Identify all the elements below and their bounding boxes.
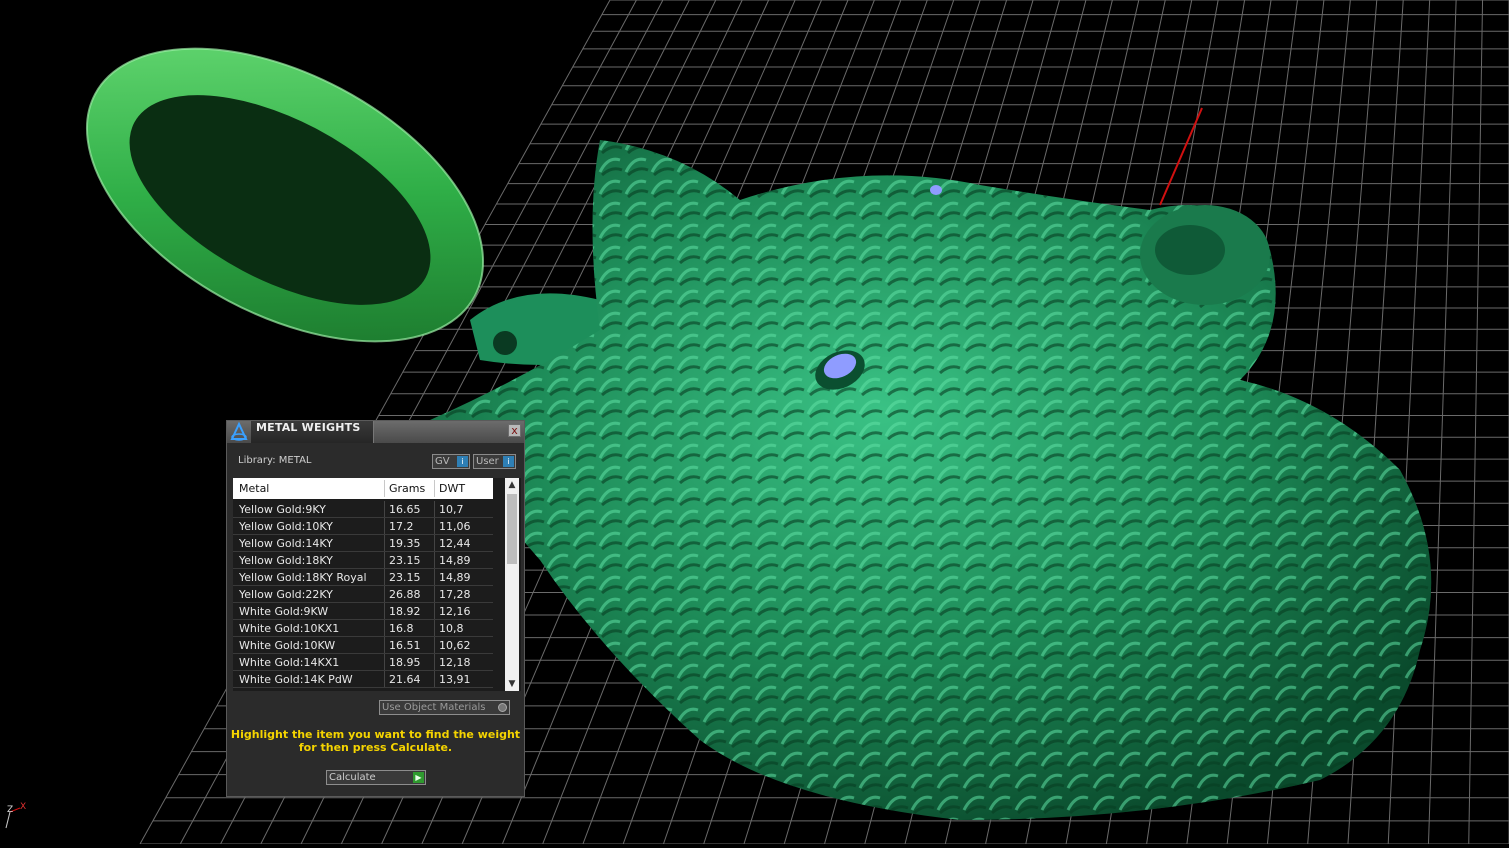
cell-grams: 21.64 xyxy=(389,673,421,686)
axis-indicator: Z X xyxy=(5,802,26,829)
cell-metal: White Gold:14KX1 xyxy=(239,656,340,669)
table-row[interactable]: Yellow Gold:14KY 19.35 12,44 xyxy=(233,535,493,552)
table-row[interactable]: White Gold:9KW 18.92 12,16 xyxy=(233,603,493,620)
cell-grams: 23.15 xyxy=(389,571,421,584)
cell-dwt: 10,7 xyxy=(439,503,464,516)
cell-grams: 17.2 xyxy=(389,520,414,533)
table-row[interactable]: Yellow Gold:22KY 26.88 17,28 xyxy=(233,586,493,603)
cell-dwt: 10,8 xyxy=(439,622,464,635)
close-icon: x xyxy=(511,424,518,437)
calculate-label: Calculate xyxy=(329,772,376,783)
instruction-text: Highlight the item you want to find the … xyxy=(227,728,524,754)
cell-metal: White Gold:9KW xyxy=(239,605,329,618)
axis-x-label: X xyxy=(20,802,26,812)
table-scrollbar[interactable]: ▲ ▼ xyxy=(505,478,519,691)
table-row[interactable]: Yellow Gold:10KY 17.2 11,06 xyxy=(233,518,493,535)
use-object-materials-label: Use Object Materials xyxy=(382,702,486,713)
cell-grams: 18.92 xyxy=(389,605,421,618)
calculate-button[interactable]: Calculate ▶ xyxy=(326,770,426,785)
gv-toggle-label: GV xyxy=(435,456,450,467)
user-toggle[interactable]: User i xyxy=(473,454,516,469)
cell-grams: 23.15 xyxy=(389,554,421,567)
instruction-line-2: for then press Calculate. xyxy=(298,741,453,754)
cell-dwt: 12,16 xyxy=(439,605,471,618)
close-button[interactable]: x xyxy=(508,424,521,437)
table-header: Metal Grams DWT xyxy=(233,478,493,499)
cell-metal: Yellow Gold:22KY xyxy=(239,588,333,601)
axis-z-label: Z xyxy=(7,805,13,815)
table-row[interactable]: Yellow Gold:18KY 23.15 14,89 xyxy=(233,552,493,569)
gv-toggle[interactable]: GV i xyxy=(432,454,470,469)
table-rows: Yellow Gold:9KY 16.65 10,7 Yellow Gold:10KY… xyxy=(233,501,493,688)
column-header-grams[interactable]: Grams xyxy=(389,482,425,495)
cell-grams: 16.51 xyxy=(389,639,421,652)
metal-weights-dialog: METAL WEIGHTS x Library: METAL GV i User… xyxy=(226,420,525,797)
pendant-bail xyxy=(85,47,610,365)
cell-grams: 16.65 xyxy=(389,503,421,516)
cell-metal: Yellow Gold:10KY xyxy=(239,520,333,533)
cell-dwt: 10,62 xyxy=(439,639,471,652)
cell-dwt: 14,89 xyxy=(439,554,471,567)
cell-dwt: 12,18 xyxy=(439,656,471,669)
table-row[interactable]: White Gold:10KX1 16.8 10,8 xyxy=(233,620,493,637)
cell-dwt: 11,06 xyxy=(439,520,471,533)
table-row[interactable]: Yellow Gold:9KY 16.65 10,7 xyxy=(233,501,493,518)
cell-metal: Yellow Gold:18KY xyxy=(239,554,333,567)
table-row[interactable]: White Gold:14KX1 18.95 12,18 xyxy=(233,654,493,671)
cell-dwt: 14,89 xyxy=(439,571,471,584)
z-axis-line xyxy=(1159,107,1203,206)
column-header-metal[interactable]: Metal xyxy=(239,482,269,495)
scroll-thumb[interactable] xyxy=(507,494,517,564)
cell-metal: White Gold:14K PdW xyxy=(239,673,353,686)
info-icon: i xyxy=(503,456,514,467)
use-object-materials-toggle[interactable]: Use Object Materials xyxy=(379,700,510,715)
instruction-line-1: Highlight the item you want to find the … xyxy=(230,728,521,741)
table-row[interactable]: Yellow Gold:18KY Royal 23.15 14,89 xyxy=(233,569,493,586)
metal-table[interactable]: Metal Grams DWT Yellow Gold:9KY 16.65 10,7… xyxy=(233,478,521,691)
user-toggle-label: User xyxy=(476,456,499,467)
cell-grams: 19.35 xyxy=(389,537,421,550)
dialog-title: METAL WEIGHTS xyxy=(256,421,361,434)
app-logo-icon xyxy=(230,422,248,441)
cell-grams: 26.88 xyxy=(389,588,421,601)
cell-metal: Yellow Gold:14KY xyxy=(239,537,333,550)
wolf-head-model xyxy=(430,140,1432,820)
info-icon: i xyxy=(457,456,468,467)
cell-dwt: 12,44 xyxy=(439,537,471,550)
column-header-dwt[interactable]: DWT xyxy=(439,482,465,495)
dialog-titlebar[interactable]: METAL WEIGHTS x xyxy=(227,421,524,443)
cell-grams: 18.95 xyxy=(389,656,421,669)
cell-metal: Yellow Gold:18KY Royal xyxy=(239,571,367,584)
play-icon: ▶ xyxy=(413,772,424,783)
table-row[interactable]: White Gold:14K PdW 21.64 13,91 xyxy=(233,671,493,688)
cell-grams: 16.8 xyxy=(389,622,414,635)
library-label: Library: METAL xyxy=(238,455,312,466)
cell-dwt: 17,28 xyxy=(439,588,471,601)
scroll-down-icon[interactable]: ▼ xyxy=(505,677,519,691)
cell-metal: White Gold:10KW xyxy=(239,639,336,652)
cell-metal: White Gold:10KX1 xyxy=(239,622,340,635)
cell-metal: Yellow Gold:9KY xyxy=(239,503,326,516)
table-row[interactable]: White Gold:10KW 16.51 10,62 xyxy=(233,637,493,654)
radio-indicator xyxy=(498,703,507,712)
scroll-up-icon[interactable]: ▲ xyxy=(505,478,519,492)
cell-dwt: 13,91 xyxy=(439,673,471,686)
